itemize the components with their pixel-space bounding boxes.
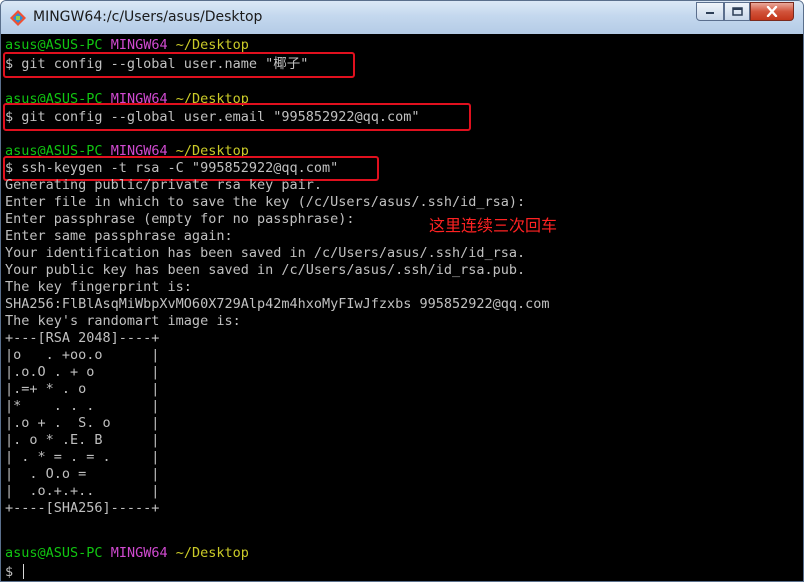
prompt-path: ~/Desktop (175, 37, 249, 53)
output-line: The key fingerprint is: (5, 279, 192, 295)
randomart-line: +----[SHA256]-----+ (5, 500, 160, 516)
maximize-button[interactable] (724, 2, 750, 21)
highlight-box (3, 52, 355, 78)
prompt-symbol: $ (5, 564, 22, 580)
minimize-icon (706, 11, 714, 14)
randomart-line: |* . . . | (5, 398, 160, 414)
highlight-box (3, 103, 471, 131)
output-line: Generating public/private rsa key pair. (5, 177, 322, 193)
git-bash-icon (10, 10, 26, 26)
randomart-line: | . O.o = | (5, 466, 160, 482)
window-title: MINGW64:/c/Users/asus/Desktop (33, 9, 263, 25)
prompt-user: asus@ASUS-PC (5, 37, 103, 53)
input-line[interactable]: $ (5, 564, 25, 581)
randomart-line: | .o.+.+.. | (5, 483, 160, 499)
randomart-line: +---[RSA 2048]----+ (5, 330, 160, 346)
close-icon (766, 6, 778, 17)
randomart-line: |o . +oo.o | (5, 347, 160, 363)
prompt-line: asus@ASUS-PC MINGW64 ~/Desktop (5, 545, 249, 562)
randomart-line: |.=+ * . o | (5, 381, 160, 397)
prompt-path: ~/Desktop (175, 545, 249, 561)
randomart-line: |.o.O . + o | (5, 364, 160, 380)
randomart-line: |. o * .E. B | (5, 432, 160, 448)
title-bar[interactable]: MINGW64:/c/Users/asus/Desktop (1, 1, 803, 34)
prompt-user: asus@ASUS-PC (5, 545, 103, 561)
annotation-text: 这里连续三次回车 (429, 216, 558, 235)
output-line: Enter file in which to save the key (/c/… (5, 194, 526, 210)
close-button[interactable] (750, 2, 794, 21)
output-line: Enter passphrase (empty for no passphras… (5, 211, 355, 227)
randomart-line: |.o + . S. o | (5, 415, 160, 431)
output-line: Your public key has been saved in /c/Use… (5, 262, 526, 278)
randomart-line: | . * = . = . | (5, 449, 160, 465)
maximize-icon (731, 7, 743, 16)
terminal-output[interactable]: asus@ASUS-PC MINGW64 ~/Desktop $ git con… (1, 34, 803, 581)
fingerprint-line: SHA256:FlBlAsqMiWbpXvMO60X729Alp42m4hxoM… (5, 296, 550, 312)
minimize-button[interactable] (696, 2, 724, 21)
output-line: Your identification has been saved in /c… (5, 245, 526, 261)
output-line: Enter same passphrase again: (5, 228, 233, 244)
prompt-env: MINGW64 (110, 545, 168, 561)
terminal-window: MINGW64:/c/Users/asus/Desktop asus@ASUS-… (0, 0, 804, 582)
text-cursor (23, 564, 25, 579)
output-line: The key's randomart image is: (5, 313, 241, 329)
prompt-env: MINGW64 (110, 37, 168, 53)
